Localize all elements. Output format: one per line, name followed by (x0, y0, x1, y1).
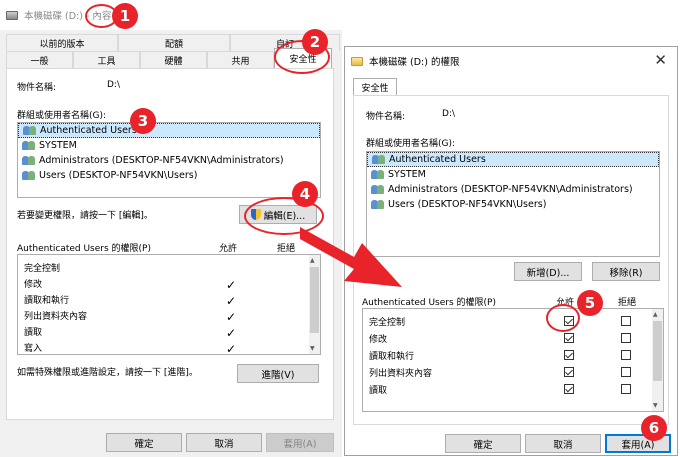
permissions-title: 本機磁碟 (D:) 的權限 (369, 57, 460, 68)
permission-row: 修改 (369, 334, 388, 345)
step-badge-4: 4 (292, 181, 318, 207)
user-item[interactable]: Users (DESKTOP-NF54VKN\Users) (18, 168, 320, 183)
users-icon (371, 169, 385, 180)
remove-button[interactable]: 移除(R) (592, 262, 660, 281)
users-icon (22, 170, 36, 181)
users-listbox[interactable]: Authenticated Users SYSTEM Administrator… (17, 122, 321, 198)
deny-header: 拒絕 (277, 244, 296, 254)
folder-icon (351, 56, 363, 66)
step-badge-2: 2 (302, 29, 328, 55)
user-item[interactable]: Administrators (DESKTOP-NF54VKN\Administ… (18, 153, 320, 168)
ok-button[interactable]: 確定 (106, 433, 182, 452)
users-icon (372, 154, 386, 165)
object-name-value: D:\ (107, 80, 120, 90)
permissions-scrollbar[interactable]: ▲ ▼ (652, 309, 663, 411)
groups-label: 群組或使用者名稱(G): (17, 111, 107, 121)
users-icon (371, 184, 385, 195)
add-button[interactable]: 新增(D)... (514, 262, 582, 281)
groups-label: 群組或使用者名稱(G): (366, 139, 456, 149)
deny-checkbox[interactable] (621, 384, 631, 394)
deny-checkbox[interactable] (621, 367, 631, 377)
object-name-label: 物件名稱: (366, 112, 406, 122)
user-item[interactable]: Authenticated Users (18, 123, 320, 138)
users-icon (22, 155, 36, 166)
permissions-titlebar[interactable]: 本機磁碟 (D:) 的權限 ✕ (345, 47, 677, 75)
user-item[interactable]: SYSTEM (18, 138, 320, 153)
allow-checkbox[interactable] (564, 384, 574, 394)
ok-button[interactable]: 確定 (445, 434, 521, 453)
annotation-ring (546, 304, 580, 332)
tab-tools[interactable]: 工具 (73, 51, 140, 68)
object-name-value: D:\ (442, 109, 455, 119)
check-mark-icon: ✓ (226, 310, 237, 324)
deny-checkbox[interactable] (621, 316, 631, 326)
user-item[interactable]: Users (DESKTOP-NF54VKN\Users) (367, 197, 659, 212)
permission-row: 讀取 (24, 327, 43, 338)
allow-header: 允許 (219, 244, 238, 254)
tab-sharing[interactable]: 共用 (207, 51, 274, 68)
close-icon[interactable]: ✕ (654, 53, 667, 68)
cancel-button[interactable]: 取消 (525, 434, 601, 453)
scroll-thumb[interactable] (653, 321, 662, 381)
tab-previous-versions[interactable]: 以前的版本 (6, 34, 118, 51)
step-badge-5: 5 (577, 290, 603, 316)
permission-row: 列出資料夾內容 (24, 311, 88, 322)
permission-row: 完全控制 (369, 317, 406, 328)
permission-row: 讀取和執行 (369, 351, 415, 362)
permission-row: 讀取 (369, 385, 388, 396)
permissions-list[interactable]: 完全控制 修改 讀取和執行 列出資料夾內容 讀取 ▲ ▼ (362, 308, 664, 412)
step-badge-6: 6 (641, 415, 667, 441)
apply-button[interactable]: 套用(A) (266, 433, 334, 452)
user-item[interactable]: Administrators (DESKTOP-NF54VKN\Administ… (367, 182, 659, 197)
advanced-text: 如需特殊權限或進階設定，請按一下 [進階]。 (17, 368, 198, 378)
check-mark-icon: ✓ (226, 278, 237, 292)
allow-checkbox[interactable] (564, 333, 574, 343)
deny-checkbox[interactable] (621, 350, 631, 360)
check-mark-icon: ✓ (226, 294, 237, 308)
check-mark-icon: ✓ (226, 342, 237, 355)
allow-checkbox[interactable] (564, 350, 574, 360)
drive-icon (6, 10, 18, 20)
step-badge-1: 1 (112, 3, 138, 29)
check-mark-icon: ✓ (226, 326, 237, 340)
object-name-label: 物件名稱: (17, 83, 57, 93)
perm-header: Authenticated Users 的權限(P) (362, 298, 496, 308)
step-badge-3: 3 (130, 108, 156, 134)
security-panel: 物件名稱: D:\ 群組或使用者名稱(G): Authenticated Use… (6, 68, 334, 420)
permission-row: 寫入 (24, 343, 43, 354)
scroll-down-icon[interactable]: ▼ (653, 402, 658, 409)
tab-hardware[interactable]: 硬體 (140, 51, 207, 68)
user-item[interactable]: SYSTEM (367, 167, 659, 182)
allow-checkbox[interactable] (564, 367, 574, 377)
deny-checkbox[interactable] (621, 333, 631, 343)
change-perm-text: 若要變更權限，請按一下 [編輯]。 (17, 211, 153, 221)
cancel-button[interactable]: 取消 (186, 433, 262, 452)
permission-row: 完全控制 (24, 263, 61, 274)
tab-quota[interactable]: 配額 (118, 34, 230, 51)
permission-row: 修改 (24, 279, 43, 290)
perm-header: Authenticated Users 的權限(P) (17, 244, 151, 254)
permission-row: 列出資料夾內容 (369, 368, 433, 379)
user-item[interactable]: Authenticated Users (367, 152, 659, 167)
tab-security[interactable]: 安全性 (353, 78, 397, 95)
users-icon (23, 125, 37, 136)
advanced-button[interactable]: 進階(V) (237, 364, 319, 383)
users-listbox[interactable]: Authenticated Users SYSTEM Administrator… (366, 151, 660, 257)
tab-general[interactable]: 一般 (6, 51, 73, 68)
permissions-list[interactable]: 完全控制 修改 讀取和執行 列出資料夾內容 讀取 寫入 ✓ ✓ ✓ ✓ ✓ ▲ … (17, 254, 321, 355)
users-icon (22, 140, 36, 151)
deny-header: 拒絕 (618, 298, 637, 308)
properties-titlebar[interactable]: 本機磁碟 (D:) - 內容 (0, 0, 342, 30)
permission-row: 讀取和執行 (24, 295, 70, 306)
scroll-down-icon[interactable]: ▼ (310, 345, 315, 352)
scroll-up-icon[interactable]: ▲ (653, 311, 658, 318)
